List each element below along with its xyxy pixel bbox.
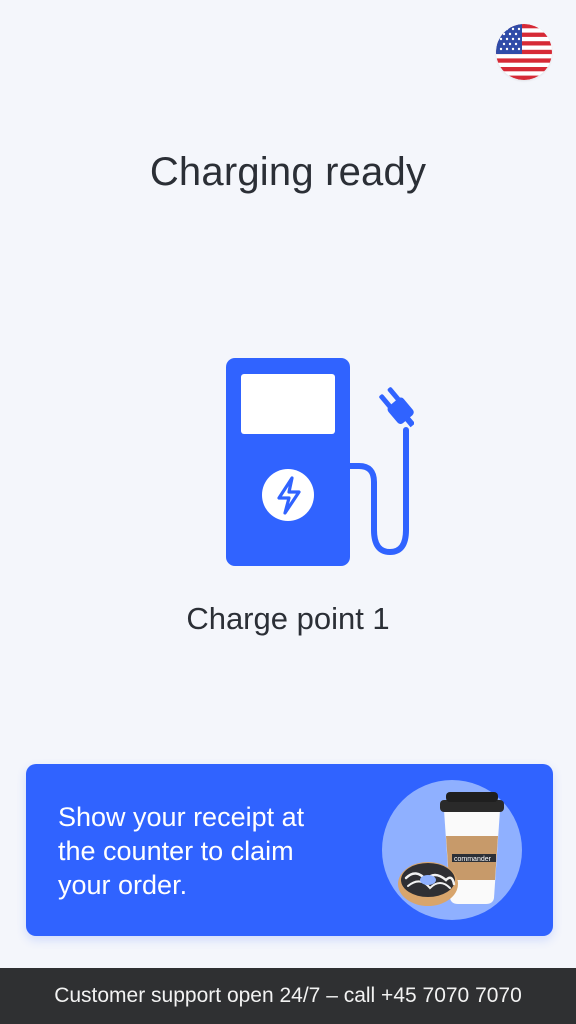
ev-charger-icon — [224, 356, 414, 568]
coffee-and-donut-image: commander — [382, 780, 522, 920]
support-footer: Customer support open 24/7 – call +45 70… — [0, 968, 576, 1024]
language-selector-us-flag-icon[interactable] — [496, 24, 552, 80]
us-flag-icon — [496, 24, 552, 80]
promo-text: Show your receipt at the counter to clai… — [58, 802, 305, 900]
cup-brand: commander — [454, 856, 492, 863]
charge-point-label: Charge point 1 — [186, 601, 390, 636]
receipt-promo-card: Show your receipt at the counter to clai… — [26, 764, 553, 936]
page-title: Charging ready — [149, 150, 427, 194]
